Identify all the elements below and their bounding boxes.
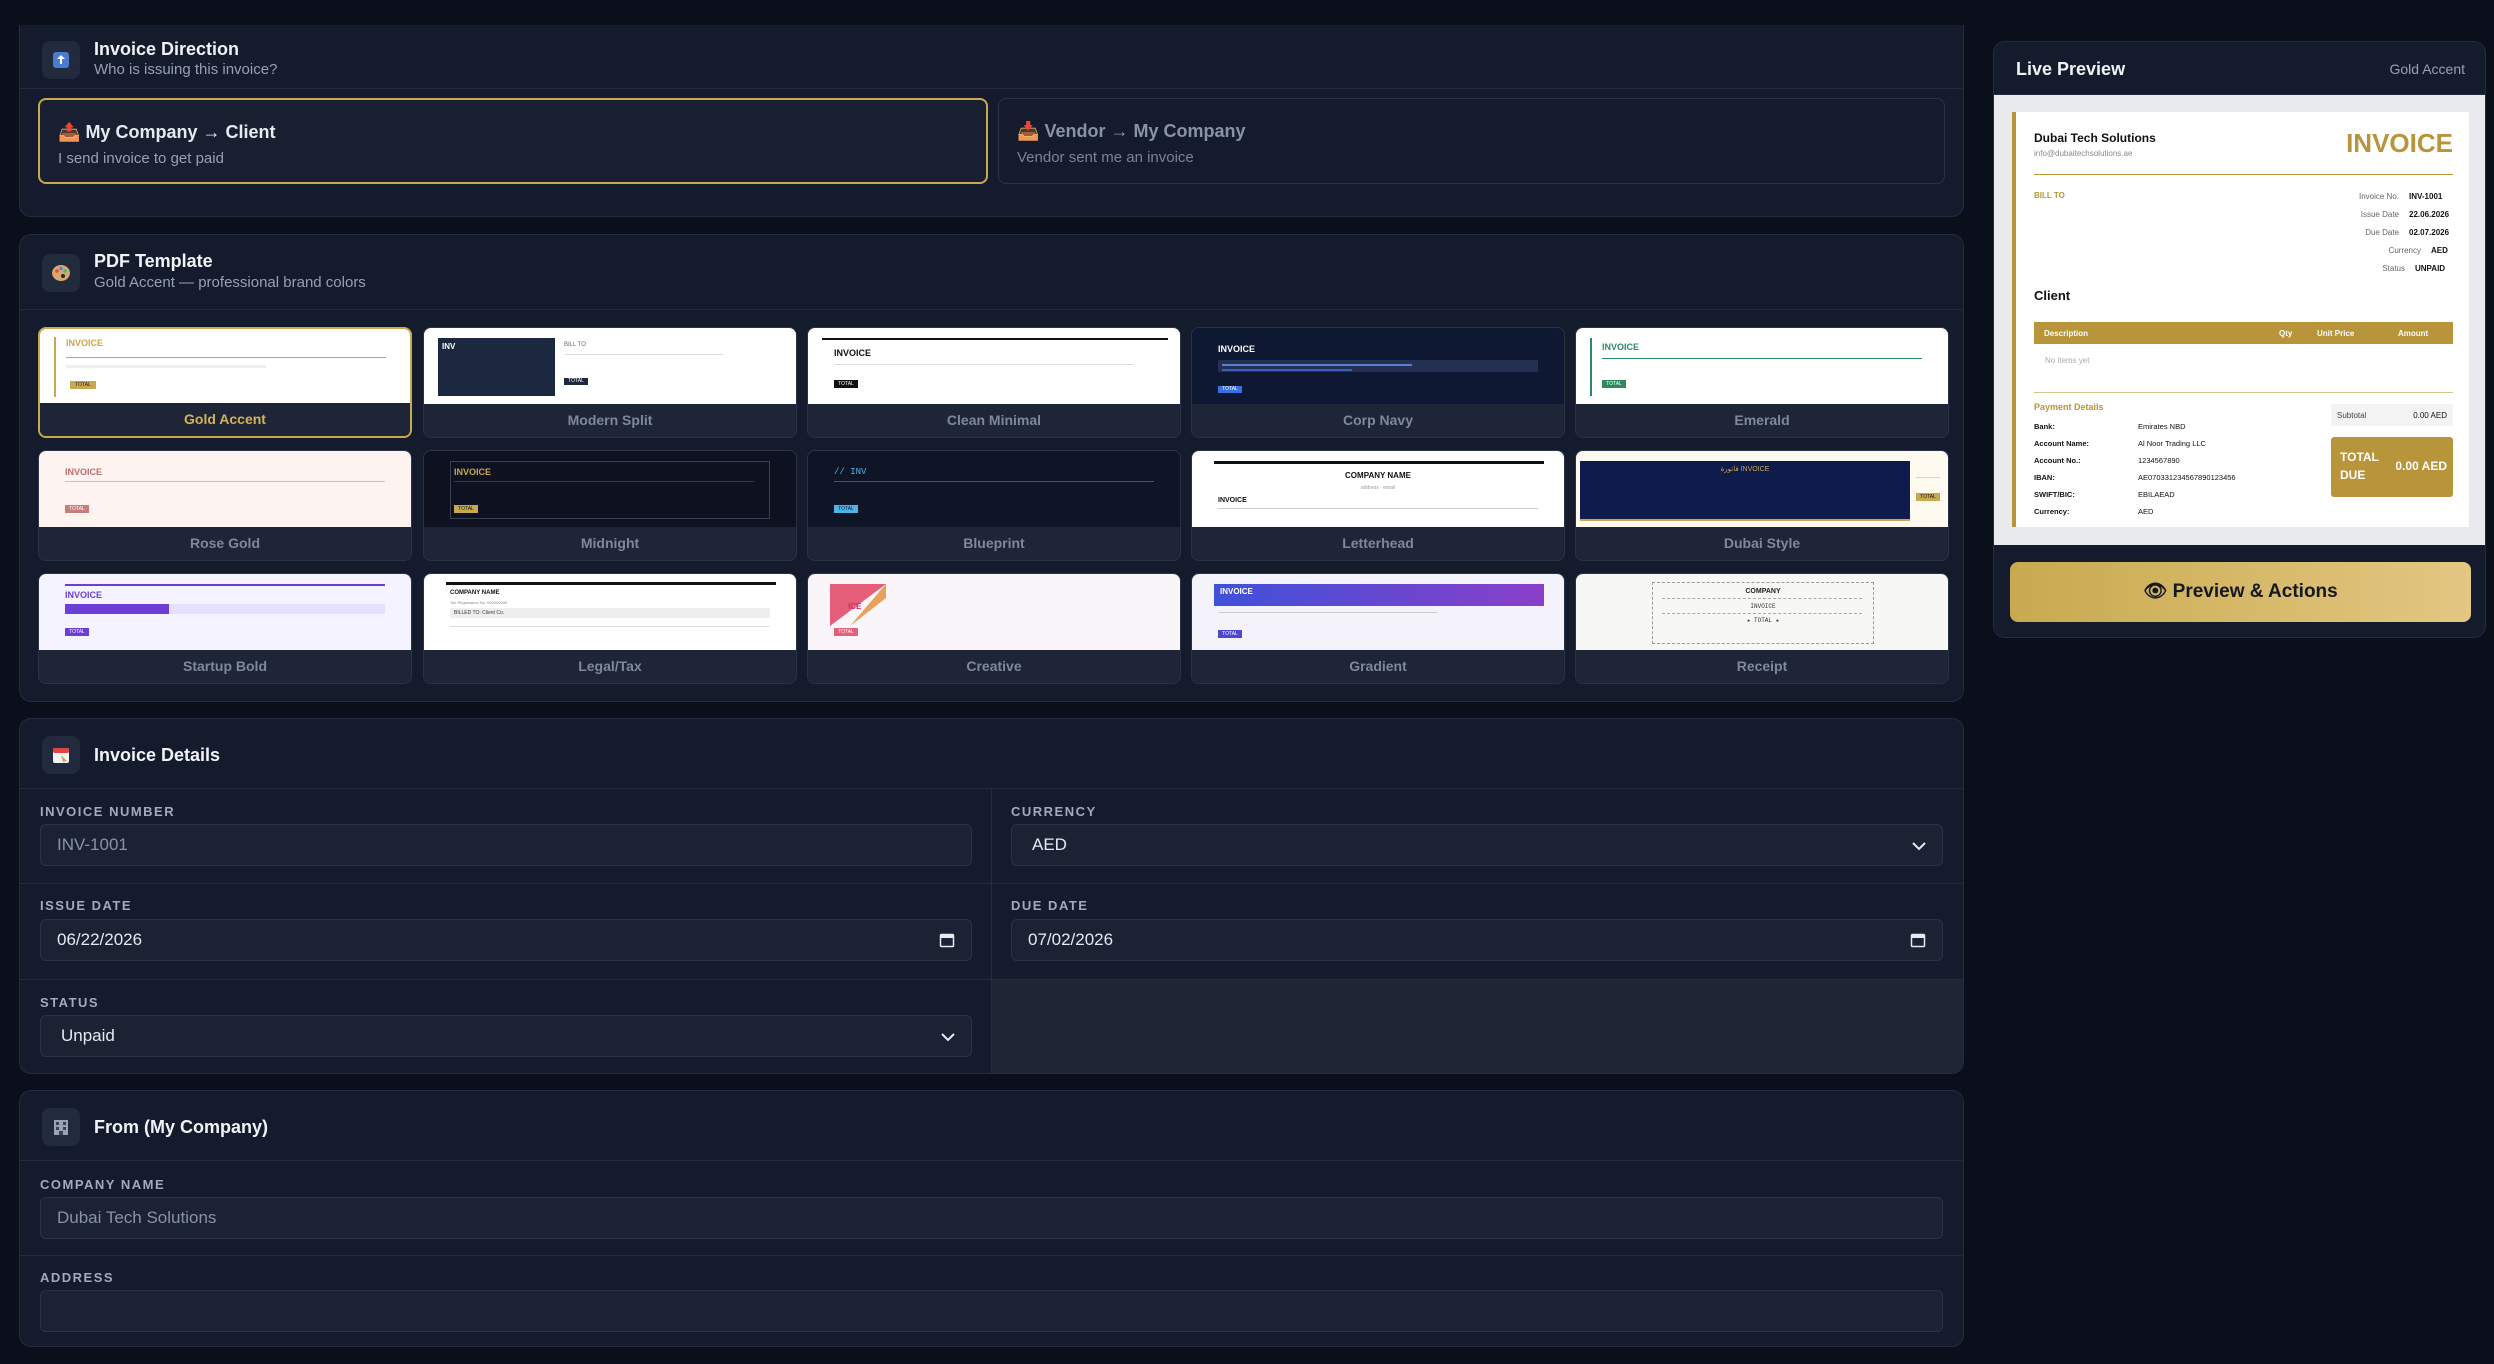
template-gradient[interactable]: INVOICE TOTAL Gradient bbox=[1191, 573, 1565, 684]
template-label: Modern Split bbox=[424, 404, 796, 437]
template-creative[interactable]: ICE TOTAL Creative bbox=[807, 573, 1181, 684]
template-label: Rose Gold bbox=[39, 527, 411, 560]
due-date-label: DUE DATE bbox=[1011, 898, 1089, 913]
doc-bill-to: BILL TO bbox=[2034, 191, 2065, 200]
template-label: Corp Navy bbox=[1192, 404, 1564, 437]
divider bbox=[20, 1160, 1963, 1161]
template-label: Receipt bbox=[1576, 650, 1948, 683]
template-midnight[interactable]: INVOICE TOTAL Midnight bbox=[423, 450, 797, 561]
template-label: Emerald bbox=[1576, 404, 1948, 437]
template-gold-accent[interactable]: INVOICE TOTAL Gold Accent bbox=[38, 327, 412, 438]
template-label: Startup Bold bbox=[39, 650, 411, 683]
section-subtitle: Who is issuing this invoice? bbox=[94, 61, 278, 78]
divider bbox=[20, 309, 1963, 310]
invoice-number-label: INVOICE NUMBER bbox=[40, 804, 176, 819]
section-title: Invoice Direction bbox=[94, 39, 240, 59]
live-preview-panel: Live Preview Gold Accent Dubai Tech Solu… bbox=[1993, 41, 2486, 638]
calendar-picker-icon[interactable] bbox=[939, 932, 955, 948]
doc-total-due: TOTAL DUE 0.00 AED bbox=[2331, 437, 2453, 497]
template-clean-minimal[interactable]: INVOICE TOTAL Clean Minimal bbox=[807, 327, 1181, 438]
doc-payment-details: Bank: Emirates NBD Account Name: Al Noor T… bbox=[2034, 422, 2236, 516]
issue-date-value: 06/22/2026 bbox=[57, 930, 143, 949]
template-letterhead[interactable]: COMPANY NAME address · email INVOICE Let… bbox=[1191, 450, 1565, 561]
template-emerald[interactable]: INVOICE TOTAL Emerald bbox=[1575, 327, 1949, 438]
empty-grid-cell bbox=[992, 980, 1963, 1073]
template-label: Dubai Style bbox=[1576, 527, 1948, 560]
section-title: Invoice Details bbox=[94, 745, 221, 765]
option-title: 📤 My Company → Client bbox=[58, 122, 276, 142]
calendar-picker-icon[interactable] bbox=[1910, 932, 1926, 948]
preview-template-name: Gold Accent bbox=[2389, 61, 2466, 77]
status-value: Unpaid bbox=[61, 1026, 115, 1045]
template-dubai-style[interactable]: فاتورة INVOICE TOTAL Dubai Style bbox=[1575, 450, 1949, 561]
from-company-card: From (My Company) COMPANY NAME Dubai Tec… bbox=[19, 1090, 1964, 1347]
section-title: From (My Company) bbox=[94, 1117, 269, 1137]
template-label: Legal/Tax bbox=[424, 650, 796, 683]
doc-company-name: Dubai Tech Solutions bbox=[2034, 131, 2156, 145]
status-label: STATUS bbox=[40, 995, 100, 1010]
currency-select[interactable]: AED bbox=[1011, 824, 1943, 866]
upload-tray-icon bbox=[42, 41, 80, 79]
option-subtitle: I send invoice to get paid bbox=[58, 150, 224, 167]
issue-date-input[interactable]: 06/22/2026 bbox=[40, 919, 972, 961]
chevron-down-icon bbox=[941, 1033, 955, 1042]
template-label: Gradient bbox=[1192, 650, 1564, 683]
issue-date-label: ISSUE DATE bbox=[40, 898, 133, 913]
company-name-input[interactable]: Dubai Tech Solutions bbox=[40, 1197, 1943, 1239]
template-legal-tax[interactable]: COMPANY NAME Tax Registration No: 000000… bbox=[423, 573, 797, 684]
section-subtitle: Gold Accent — professional brand colors bbox=[94, 274, 366, 291]
section-title: PDF Template bbox=[94, 251, 213, 271]
doc-heading: INVOICE bbox=[2346, 128, 2453, 158]
doc-rule bbox=[2034, 174, 2453, 175]
template-label: Letterhead bbox=[1192, 527, 1564, 560]
invoice-details-card: Invoice Details INVOICE NUMBER INV-1001 … bbox=[19, 718, 1964, 1074]
template-label: Blueprint bbox=[808, 527, 1180, 560]
preview-actions-button[interactable]: 👁 Preview & Actions bbox=[2010, 562, 2471, 622]
doc-subtotal: Subtotal 0.00 AED bbox=[2331, 404, 2453, 426]
template-rose-gold[interactable]: INVOICE TOTAL Rose Gold bbox=[38, 450, 412, 561]
divider bbox=[20, 88, 1963, 89]
doc-no-items: No items yet bbox=[2045, 356, 2090, 365]
doc-client-name: Client bbox=[2034, 288, 2071, 303]
template-blueprint[interactable]: // INV TOTAL Blueprint bbox=[807, 450, 1181, 561]
preview-title: Live Preview bbox=[2016, 59, 2126, 79]
doc-items-header: Description Qty Unit Price Amount bbox=[2034, 322, 2453, 344]
direction-option-receive[interactable]: 📥 Vendor → My Company Vendor sent me an … bbox=[998, 98, 1945, 184]
divider bbox=[20, 1255, 1963, 1256]
template-corp-navy[interactable]: INVOICE TOTAL Corp Navy bbox=[1191, 327, 1565, 438]
currency-value: AED bbox=[1032, 835, 1067, 854]
template-label: Creative bbox=[808, 650, 1180, 683]
palette-icon bbox=[42, 254, 80, 292]
template-label: Midnight bbox=[424, 527, 796, 560]
divider bbox=[20, 883, 1963, 884]
address-label: ADDRESS bbox=[40, 1270, 115, 1285]
doc-company-email: info@dubaitechsolutions.ae bbox=[2034, 149, 2133, 158]
invoice-document-preview: Dubai Tech Solutions info@dubaitechsolut… bbox=[2012, 112, 2469, 527]
company-name-label: COMPANY NAME bbox=[40, 1177, 166, 1192]
status-select[interactable]: Unpaid bbox=[40, 1015, 972, 1057]
currency-label: CURRENCY bbox=[1011, 804, 1097, 819]
due-date-input[interactable]: 07/02/2026 bbox=[1011, 919, 1943, 961]
due-date-value: 07/02/2026 bbox=[1028, 930, 1114, 949]
doc-rule bbox=[2034, 392, 2453, 393]
template-label: Gold Accent bbox=[40, 403, 410, 436]
address-input[interactable] bbox=[40, 1290, 1943, 1332]
calendar-icon bbox=[42, 736, 80, 774]
template-receipt[interactable]: COMPANY INVOICE ★ TOTAL ★ Receipt bbox=[1575, 573, 1949, 684]
option-subtitle: Vendor sent me an invoice bbox=[1017, 149, 1194, 166]
direction-option-send[interactable]: 📤 My Company → Client I send invoice to … bbox=[38, 98, 988, 184]
doc-payment-details-title: Payment Details bbox=[2034, 402, 2104, 412]
template-label: Clean Minimal bbox=[808, 404, 1180, 437]
pdf-template-card: PDF Template Gold Accent — professional … bbox=[19, 234, 1964, 702]
option-title: 📥 Vendor → My Company bbox=[1017, 121, 1246, 141]
template-startup-bold[interactable]: INVOICE TOTAL Startup Bold bbox=[38, 573, 412, 684]
building-icon bbox=[42, 1108, 80, 1146]
doc-meta: Invoice No. INV-1001 Issue Date 22.06.2026… bbox=[2358, 192, 2450, 273]
template-modern-split[interactable]: INV BILL TO TOTAL Modern Split bbox=[423, 327, 797, 438]
invoice-direction-card: Invoice Direction Who is issuing this in… bbox=[19, 25, 1964, 217]
chevron-down-icon bbox=[1912, 842, 1926, 851]
invoice-number-input[interactable]: INV-1001 bbox=[40, 824, 972, 866]
